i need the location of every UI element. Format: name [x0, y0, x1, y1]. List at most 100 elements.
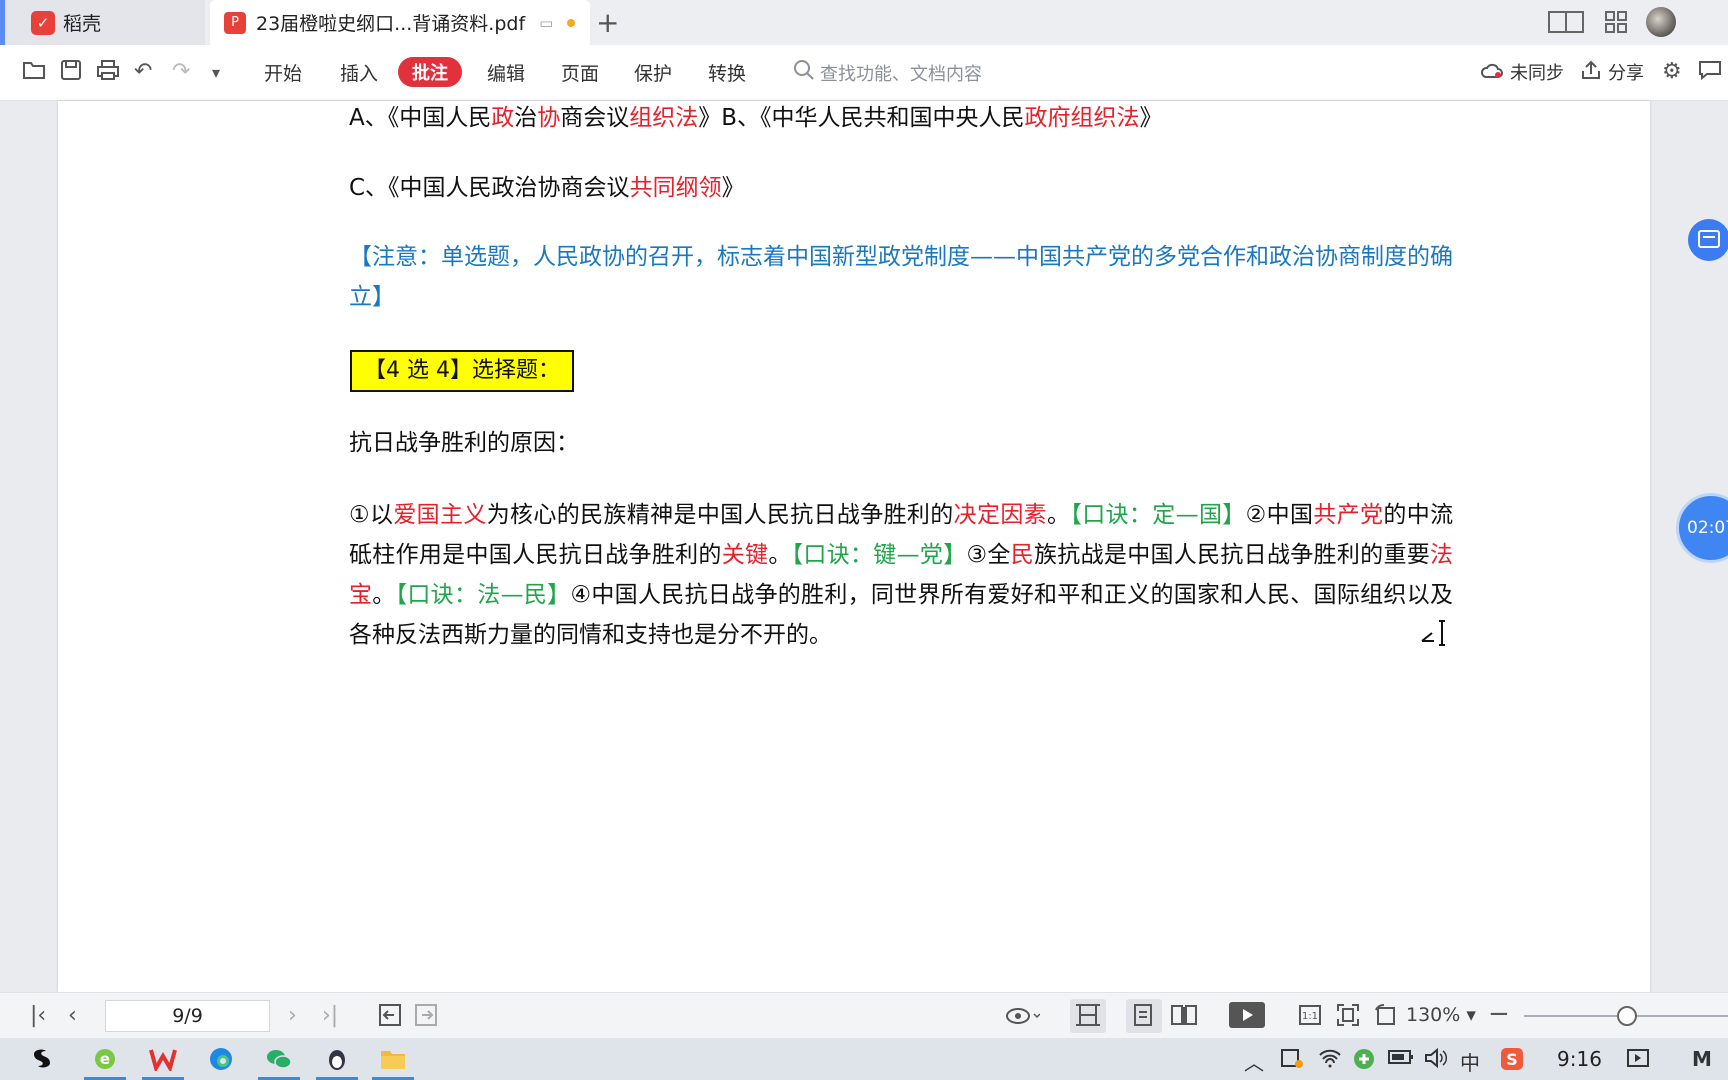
mnemonic-green: 【口诀：法—民】 [395, 582, 571, 608]
ime-indicator[interactable]: 中 [1460, 1047, 1480, 1076]
answer-paragraph: ①以爱国主义为核心的民族精神是中国人民抗日战争胜利的决定因素。【口诀：定—国】②… [349, 495, 1453, 655]
ie-browser-icon[interactable]: e [84, 1042, 126, 1080]
section-heading-box: 【4 选 4】选择题： [350, 350, 574, 392]
text-span: 治 [514, 105, 538, 131]
mnemonic-green: 【口诀：定—国】 [1070, 502, 1246, 528]
single-page-icon[interactable] [1132, 1003, 1154, 1033]
fit-width-icon[interactable] [1074, 1003, 1102, 1033]
svg-text:e: e [100, 1050, 110, 1068]
floating-tool-button[interactable] [1688, 219, 1728, 261]
tray-expand-icon[interactable]: ︿ [1244, 1047, 1264, 1076]
print-icon[interactable] [96, 59, 120, 87]
tray-app-icon[interactable] [1280, 1047, 1304, 1074]
zoom-out-icon[interactable]: − [1488, 999, 1510, 1029]
menu-protect[interactable]: 保护 [634, 59, 672, 86]
edge-browser-icon[interactable] [200, 1042, 242, 1076]
windows-taskbar: e ︿ 中 S 9:16 M [0, 1038, 1728, 1080]
text-span: 》 [721, 175, 745, 201]
zoom-level[interactable]: 130% ▾ [1406, 1004, 1476, 1026]
highlight-red: 爱国主义 [393, 502, 487, 528]
file-explorer-icon[interactable] [372, 1042, 414, 1080]
qq-penguin-icon[interactable] [316, 1042, 358, 1080]
highlight-red: 关键 [721, 542, 769, 568]
wechat-icon[interactable] [258, 1042, 300, 1080]
last-page-icon[interactable]: ›| [322, 1003, 338, 1028]
cloud-icon [1480, 60, 1504, 85]
text-span: 。 [372, 582, 396, 608]
redo-icon[interactable]: ↷ [172, 59, 190, 84]
zoom-slider-thumb[interactable] [1617, 1006, 1637, 1026]
tab-document[interactable]: P 23届橙啦史纲口...背诵资料.pdf ▭ [210, 0, 590, 45]
wps-office-icon[interactable] [142, 1042, 184, 1080]
show-desktop-icon[interactable] [1626, 1047, 1650, 1074]
settings-gear-icon[interactable]: ⚙ [1662, 59, 1682, 84]
menu-page[interactable]: 页面 [561, 59, 599, 86]
user-avatar[interactable] [1646, 7, 1676, 37]
security-tray-icon[interactable] [1352, 1047, 1376, 1076]
share-button[interactable]: 分享 [1580, 59, 1644, 85]
zoom-value: 130% [1406, 1004, 1461, 1026]
battery-icon[interactable] [1388, 1047, 1414, 1072]
search-icon[interactable] [792, 58, 816, 82]
menu-annotate[interactable]: 批注 [398, 57, 462, 87]
open-folder-icon[interactable] [22, 59, 46, 87]
svg-text:1:1: 1:1 [1302, 1011, 1318, 1022]
sync-button[interactable]: 未同步 [1480, 59, 1564, 85]
share-label: 分享 [1608, 63, 1644, 84]
highlight-red: 民 [1010, 542, 1035, 568]
menu-edit[interactable]: 编辑 [487, 59, 525, 86]
play-slideshow-icon[interactable] [1228, 1001, 1266, 1035]
fit-page-icon[interactable] [1336, 1003, 1360, 1033]
back-nav-icon[interactable] [378, 1003, 402, 1033]
menu-convert[interactable]: 转换 [708, 59, 746, 86]
menu-start[interactable]: 开始 [264, 59, 302, 86]
forward-nav-icon[interactable] [414, 1003, 438, 1033]
monitor-icon[interactable]: ▭ [539, 14, 553, 32]
text-span: A、《中国人民 [349, 105, 492, 131]
text-span: 》 [1139, 105, 1163, 131]
menu-insert[interactable]: 插入 [340, 59, 378, 86]
docer-logo-icon: ✓ [31, 10, 55, 35]
search-input[interactable]: 查找功能、文档内容 [820, 60, 982, 86]
status-bar: |‹ ‹ 9/9 › ›| 1:1 130% ▾ − [0, 992, 1728, 1038]
undo-icon[interactable]: ↶ [134, 59, 152, 84]
floating-timer[interactable]: 02:07 [1676, 493, 1728, 563]
rotate-icon[interactable] [1374, 1003, 1398, 1033]
answer-line-c: C、《中国人民政治协商会议共同纲领》 [349, 168, 745, 208]
actual-size-icon[interactable]: 1:1 [1298, 1003, 1322, 1033]
page-layout-icon[interactable] [1548, 10, 1584, 40]
answer-line-ab: A、《中国人民政治协商会议组织法》B、《中华人民共和国中央人民政府组织法》 [349, 98, 1163, 138]
eye-protection-icon[interactable] [1004, 1003, 1041, 1033]
highlight-red: 决定因素 [953, 502, 1048, 528]
timer-label: 02:07 [1687, 518, 1728, 538]
start-logo-icon[interactable] [22, 1042, 64, 1076]
tab-home[interactable]: ✓ 稻壳 [0, 0, 205, 45]
pdf-file-icon: P [224, 11, 246, 34]
wifi-icon[interactable] [1318, 1047, 1342, 1074]
dual-page-icon[interactable] [1170, 1003, 1198, 1033]
more-dropdown-icon[interactable]: ▾ [212, 63, 220, 82]
highlight-red: 组织法 [629, 105, 699, 131]
text-span: ③全 [966, 542, 1011, 568]
prev-page-icon[interactable]: ‹ [68, 1003, 77, 1028]
sogou-input-icon[interactable]: S [1500, 1047, 1524, 1076]
text-cursor-icon [1420, 619, 1446, 647]
page-number-input[interactable]: 9/9 [105, 1000, 270, 1032]
highlight-red: 共同纲领 [629, 175, 722, 201]
document-viewer[interactable]: A、《中国人民政治协商会议组织法》B、《中华人民共和国中央人民政府组织法》 C、… [0, 101, 1728, 992]
next-page-icon[interactable]: › [288, 1003, 297, 1028]
new-tab-button[interactable]: + [596, 6, 619, 39]
tab-home-label: 稻壳 [63, 13, 102, 35]
text-span: 。 [1047, 502, 1071, 528]
grid-apps-icon[interactable] [1604, 10, 1628, 40]
unsaved-dot-icon [567, 18, 576, 27]
text-span: 商会议 [560, 105, 630, 131]
comment-icon[interactable] [1698, 59, 1722, 87]
save-icon[interactable] [60, 59, 82, 87]
text-span: 族抗战是中国人民抗日战争胜利的重要 [1034, 542, 1431, 568]
clock-time[interactable]: 9:16 [1557, 1047, 1602, 1071]
volume-icon[interactable] [1424, 1047, 1448, 1074]
first-page-icon[interactable]: |‹ [30, 1003, 46, 1028]
notification-icon[interactable]: M [1692, 1047, 1712, 1071]
text-span: ②中国 [1245, 502, 1314, 528]
